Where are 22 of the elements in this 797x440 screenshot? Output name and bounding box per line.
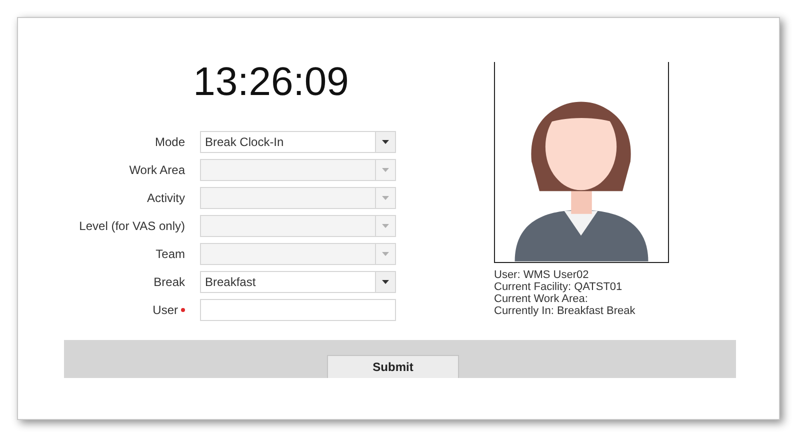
caret-icon <box>382 168 389 172</box>
dropdown[interactable]: Breakfast <box>200 271 396 293</box>
field-label: User <box>152 302 178 319</box>
field-label: Work Area <box>129 162 185 179</box>
field-label: Activity <box>146 190 185 207</box>
submit-button[interactable]: Submit <box>327 355 459 378</box>
user-info-line: Currently In: Breakfast Break <box>494 305 636 317</box>
clock-time: 13:26:09 <box>193 59 349 106</box>
dropdown[interactable]: Break Clock-In <box>200 131 396 153</box>
caret-icon <box>382 280 389 284</box>
field-label: Team <box>156 246 185 263</box>
caret-icon <box>382 252 389 256</box>
field-label: Level (for VAS only) <box>79 218 185 235</box>
user-info-line: User: WMS User02 <box>494 269 590 281</box>
field-label: Mode <box>154 134 185 151</box>
user-info-line: Current Work Area: <box>494 293 589 305</box>
input-field[interactable] <box>200 299 396 321</box>
caret-icon <box>382 140 389 144</box>
caret-icon <box>382 196 389 200</box>
user-info-line: Current Facility: QATST01 <box>494 281 624 293</box>
caret-icon <box>382 224 389 228</box>
field-label: Break <box>154 274 185 291</box>
